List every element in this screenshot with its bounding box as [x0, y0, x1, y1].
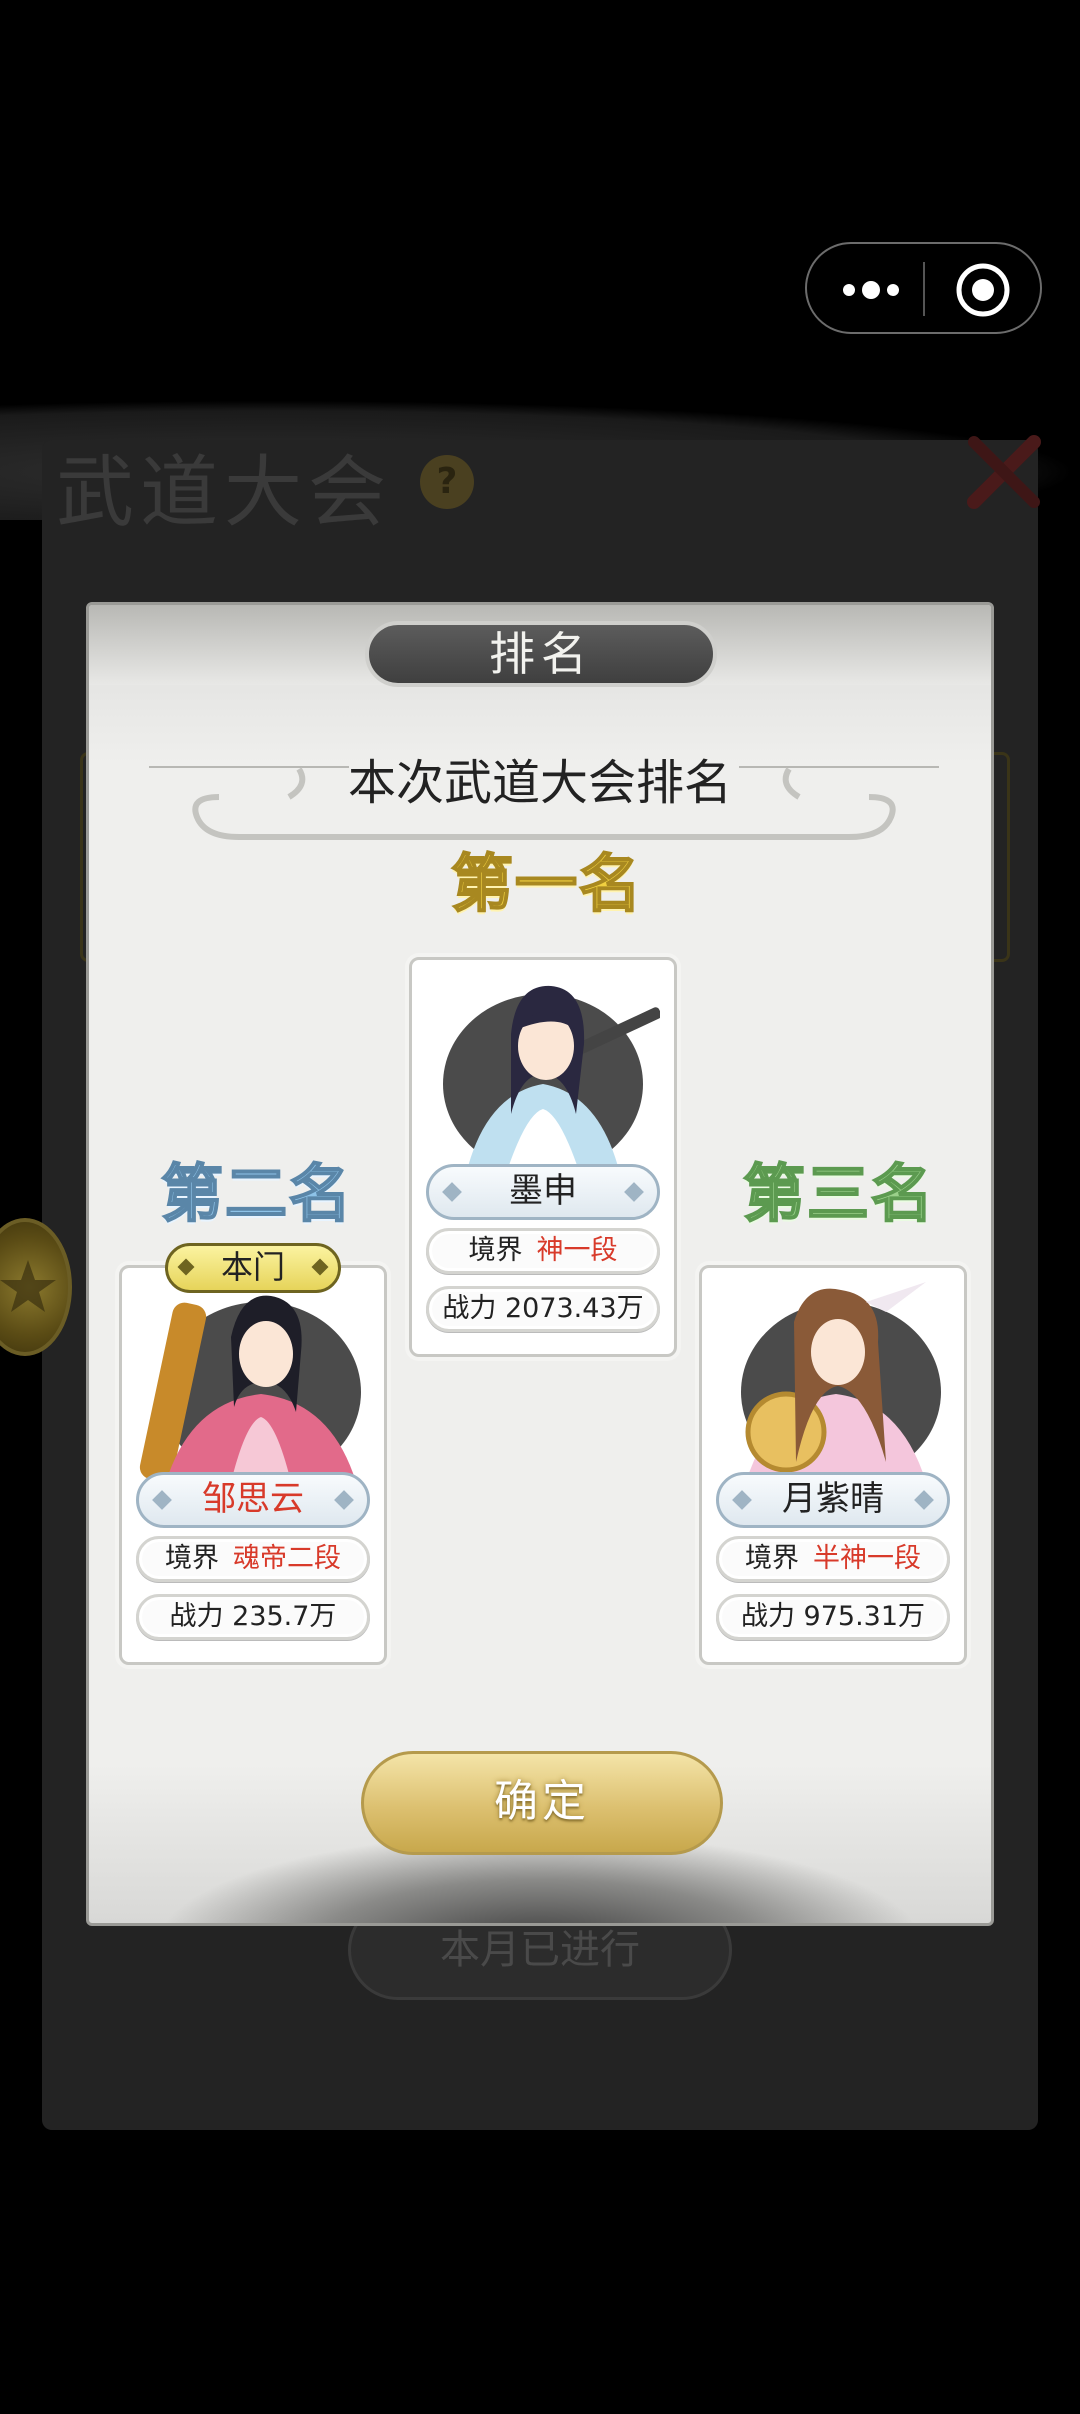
power-value: 975.31万 [803, 1601, 926, 1632]
realm-label: 境界 [468, 1235, 523, 1266]
rank-second-power: 战力 235.7万 [136, 1594, 370, 1640]
realm-label: 境界 [165, 1543, 219, 1574]
rank-second-name: 邹思云 [202, 1479, 304, 1519]
realm-label: 境界 [745, 1543, 799, 1574]
rank-third-card[interactable]: 月紫晴 境界 半神一段 战力 975.31万 [699, 1265, 967, 1665]
power-label: 战力 [169, 1601, 224, 1632]
rank-second-card[interactable]: 邹思云 境界 魂帝二段 战力 235.7万 [119, 1265, 387, 1665]
power-value: 2073.43万 [504, 1293, 644, 1324]
modal-title-tab: 排名 [365, 621, 717, 687]
miniprogram-capsule [805, 242, 1042, 334]
power-label: 战力 [740, 1601, 795, 1632]
background-title: 武道大会 [56, 448, 393, 538]
rank-first-realm: 境界 神一段 [426, 1228, 660, 1274]
rank-third-label: 第三名 [742, 1156, 936, 1231]
own-sect-badge-label: 本门 [220, 1248, 285, 1286]
rank-first-name-plate: 墨申 [426, 1164, 660, 1220]
close-miniprogram-icon[interactable] [955, 262, 1011, 318]
rank-second-label: 第二名 [160, 1156, 354, 1231]
confirm-button[interactable]: 确定 [361, 1751, 723, 1855]
own-sect-badge: 本门 [165, 1243, 341, 1293]
ranking-modal: 排名 本次武道大会排名 第一名 第二名 第三名 墨申 境界 神一段 战力 207… [86, 602, 994, 1926]
rank-first-card[interactable]: 墨申 境界 神一段 战力 2073.43万 [409, 957, 677, 1357]
power-value: 235.7万 [232, 1601, 337, 1632]
rank-second-name-plate: 邹思云 [136, 1472, 370, 1528]
rank-first-portrait [443, 985, 660, 1174]
rank-third-power: 战力 975.31万 [716, 1594, 950, 1640]
rank-second-portrait [139, 1295, 361, 1482]
rank-first-label: 第一名 [450, 846, 644, 921]
rank-second-realm: 境界 魂帝二段 [136, 1536, 370, 1582]
rank-third-portrait [741, 1282, 941, 1482]
rank-third-name: 月紫晴 [782, 1479, 884, 1519]
rank-first-name: 墨申 [509, 1171, 577, 1211]
realm-value: 魂帝二段 [233, 1543, 341, 1574]
rank-first-power: 战力 2073.43万 [426, 1286, 660, 1332]
background-close-icon[interactable] [960, 428, 1048, 516]
realm-value: 半神一段 [813, 1543, 921, 1574]
rank-third-name-plate: 月紫晴 [716, 1472, 950, 1528]
capsule-divider [923, 262, 925, 316]
ranking-subtitle: 本次武道大会排名 [347, 755, 732, 811]
power-label: 战力 [442, 1293, 497, 1324]
help-icon[interactable]: ? [420, 455, 474, 509]
rank-third-realm: 境界 半神一段 [716, 1536, 950, 1582]
realm-value: 神一段 [536, 1235, 618, 1266]
side-floating-icon[interactable] [0, 1218, 72, 1356]
more-icon[interactable] [835, 272, 905, 308]
